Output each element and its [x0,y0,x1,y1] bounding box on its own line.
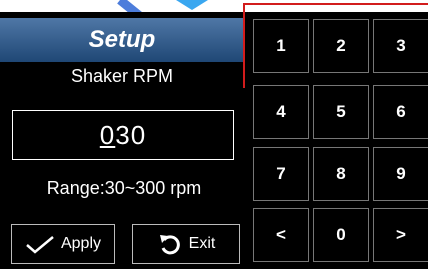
parameter-label: Shaker RPM [70,66,174,86]
value-input[interactable]: 030 [12,110,234,160]
key-left[interactable]: < [253,208,309,262]
key-9[interactable]: 9 [373,147,428,201]
highlight-border-vertical [243,3,245,88]
title-bar: Setup [0,18,244,62]
highlight-border-horizontal [243,3,428,5]
value-text: 030 [100,120,146,151]
apply-button[interactable]: Apply [11,224,115,264]
key-1[interactable]: 1 [253,19,309,73]
exit-label: Exit [188,235,216,252]
value-digits: 30 [115,119,147,150]
key-5[interactable]: 5 [313,85,369,139]
checkmark-icon [26,236,54,254]
undo-icon [159,235,180,255]
key-0[interactable]: 0 [313,208,369,262]
apply-label: Apply [60,235,102,252]
page-title: Setup [88,26,156,53]
cursor-digit: 0 [99,119,116,150]
range-label: Range:30~300 rpm [46,178,202,198]
key-7[interactable]: 7 [253,147,309,201]
key-4[interactable]: 4 [253,85,309,139]
key-8[interactable]: 8 [313,147,369,201]
key-right[interactable]: > [373,208,428,262]
key-3[interactable]: 3 [373,19,428,73]
exit-button[interactable]: Exit [132,224,240,264]
key-2[interactable]: 2 [313,19,369,73]
key-6[interactable]: 6 [373,85,428,139]
